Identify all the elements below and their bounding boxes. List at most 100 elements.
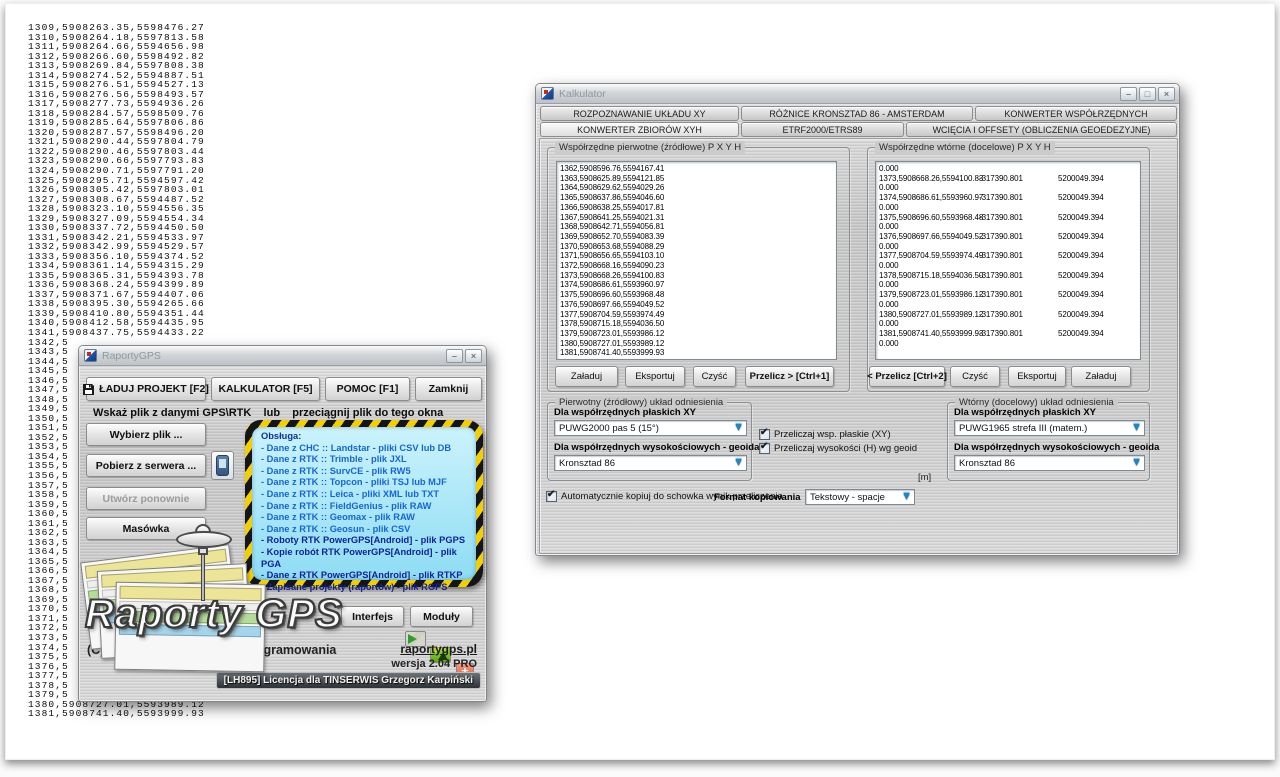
- list-line: 1374,5908686.61,5593960.97: [560, 280, 836, 290]
- tab-label: WCIĘCIA I OFFSETY (OBLICZENIA GEOEDEZYJN…: [933, 125, 1151, 135]
- tab-label: KONWERTER ZBIORÓW XYH: [577, 125, 702, 135]
- list-line: 1371,5908656.65,5594103.10: [560, 251, 836, 261]
- list-line: 1373,5908668.26,5594100.83: [560, 271, 836, 281]
- checkbox-checked-icon: [759, 429, 770, 440]
- source-eksportuj-button[interactable]: Eksportuj: [625, 366, 685, 387]
- wybierz-plik-button[interactable]: Wybierz plik ...: [86, 423, 206, 446]
- minimize-icon[interactable]: –: [446, 349, 463, 363]
- support-item: - Dane z RTK :: Geomax - plik RAW: [261, 512, 467, 524]
- combo-value: Kronsztad 86: [559, 458, 615, 469]
- close-icon[interactable]: ×: [465, 349, 482, 363]
- source-czysc-button[interactable]: Czyść: [693, 366, 736, 387]
- tab-etrf2000-etrs89[interactable]: ETRF2000/ETRS89: [741, 122, 904, 137]
- convert-h-checkbox[interactable]: Przeliczaj wysokości (H) wg geoid: [759, 443, 917, 454]
- zamknij-button[interactable]: Zamknij: [415, 377, 482, 401]
- raportygps-window: RaportyGPS – × ŁADUJ PROJEKT [F2] KALKUL…: [78, 345, 487, 702]
- dropdown-arrow-icon: ▼: [901, 490, 912, 502]
- tab-label: KONWERTER WSPÓŁRZĘDNYCH: [1004, 109, 1147, 119]
- tab-konwerter-wspolrzednych[interactable]: KONWERTER WSPÓŁRZĘDNYCH: [975, 106, 1177, 121]
- list-line: 1364,5908629.62,5594029.26: [560, 183, 836, 193]
- tab-roznice-kronsztad[interactable]: RÓŻNICE KRONSZTAD 86 - AMSTERDAM: [741, 106, 973, 121]
- list-line: 0.000: [879, 164, 1140, 174]
- dropdown-arrow-icon: ▼: [1131, 456, 1142, 468]
- button-label: ŁADUJ PROJEKT [F2]: [99, 383, 209, 395]
- kalkulator-titlebar[interactable]: Kalkulator – □ ×: [536, 84, 1179, 104]
- support-item: - Dane z RTK PowerGPS[Android] - plik RT…: [261, 570, 467, 582]
- source-zaladuj-button[interactable]: Załaduj: [555, 366, 618, 387]
- list-line: 1367,5908641.25,5594021.31: [560, 213, 836, 223]
- format-kopiowania-label: Format kopiowania: [714, 492, 801, 503]
- button-label: Wybierz plik ...: [110, 429, 183, 441]
- checkbox-checked-icon: [546, 491, 557, 502]
- button-label: Czyść: [702, 371, 728, 382]
- list-line: 0.000: [879, 222, 1140, 232]
- moduly-button[interactable]: Moduły: [410, 606, 473, 627]
- target-czysc-button[interactable]: Czyść: [950, 366, 1000, 387]
- list-line: 0.000: [879, 242, 1140, 252]
- copy-format-combo[interactable]: Tekstowy - spacje ▼: [805, 489, 915, 505]
- target-coordinates-group: Współrzędne wtórne (docelowe) P X Y H 0.…: [867, 147, 1150, 392]
- list-line: 1362,5908596.76,5594167.41: [560, 164, 836, 174]
- list-line: 0.000: [879, 203, 1140, 213]
- support-list-navy: - Roboty RTK PowerGPS[Android] - plik PG…: [261, 535, 467, 593]
- load-project-button[interactable]: ŁADUJ PROJEKT [F2]: [86, 377, 206, 401]
- target-geoid-label: Dla współrzędnych wysokościowych - geoid…: [954, 442, 1159, 453]
- button-label: Eksportuj: [1017, 371, 1057, 382]
- list-line: 1378,5908715.18,5594036.50-317390.801520…: [879, 271, 1140, 281]
- target-group-label: Współrzędne wtórne (docelowe) P X Y H: [875, 141, 1055, 154]
- target-zaladuj-button[interactable]: Załaduj: [1071, 366, 1131, 387]
- checkbox-checked-icon: [759, 443, 770, 454]
- support-item: - Roboty RTK PowerGPS[Android] - plik PG…: [261, 535, 467, 547]
- button-label: Zamknij: [429, 383, 469, 395]
- supported-formats-panel: Obsługa: - Dane z CHC :: Landstar - plik…: [245, 420, 483, 587]
- pobierz-z-serwera-button[interactable]: Pobierz z serwera ...: [86, 454, 206, 477]
- raportygps-titlebar[interactable]: RaportyGPS – ×: [79, 346, 486, 366]
- przelicz-ctrl2-button[interactable]: < Przelicz [Ctrl+2]: [869, 366, 945, 387]
- list-line: 1368,5908642.71,5594056.81: [560, 222, 836, 232]
- button-label: KALKULATOR [F5]: [218, 383, 312, 395]
- convert-xy-checkbox[interactable]: Przeliczaj wsp. płaskie (XY): [759, 429, 891, 440]
- window-title: Kalkulator: [559, 88, 606, 100]
- target-coordinates-listbox[interactable]: 0.0001373,5908668.26,5594100.83-317390.8…: [875, 161, 1141, 360]
- tab-wciecia-offsety[interactable]: WCIĘCIA I OFFSETY (OBLICZENIA GEOEDEZYJN…: [906, 122, 1177, 137]
- combo-value: PUWG2000 pas 5 (15°): [559, 423, 659, 434]
- source-coordinates-listbox[interactable]: 1362,5908596.76,5594167.411363,5908625.8…: [556, 161, 837, 360]
- button-label: Przelicz > [Ctrl+1]: [750, 371, 830, 382]
- interfejs-button[interactable]: Interfejs: [341, 606, 404, 627]
- target-geoid-combo[interactable]: Kronsztad 86 ▼: [954, 455, 1145, 471]
- website-link[interactable]: raportygps.pl: [400, 642, 477, 656]
- support-item: - Dane z RTK :: SurvCE - plik RW5: [261, 466, 467, 478]
- support-item: - Dane z RTK :: Geosun - plik CSV: [261, 524, 467, 536]
- list-line: 1381,5908741.40,5593999.93-317390.801520…: [879, 329, 1140, 339]
- przelicz-ctrl1-button[interactable]: Przelicz > [Ctrl+1]: [745, 366, 834, 387]
- minimize-icon[interactable]: –: [1120, 87, 1137, 101]
- tab-label: RÓŻNICE KRONSZTAD 86 - AMSTERDAM: [769, 109, 944, 119]
- tab-rozpoznawanie-ukladu-xy[interactable]: ROZPOZNAWANIE UKŁADU XY: [540, 106, 739, 121]
- target-xy-combo[interactable]: PUWG1965 strefa III (matem.) ▼: [954, 420, 1145, 436]
- utworz-ponownie-button: Utwórz ponownie: [86, 487, 206, 510]
- text-line: 1381,5908741.40,5593999.93: [28, 709, 205, 719]
- source-geoid-label: Dla współrzędnych wysokościowych - geoid…: [554, 442, 759, 453]
- support-item: - Dane z RTK :: FieldGenius - plik RAW: [261, 501, 467, 513]
- tab-konwerter-zbiorow-xyh[interactable]: KONWERTER ZBIORÓW XYH: [540, 122, 739, 137]
- source-xy-combo[interactable]: PUWG2000 pas 5 (15°) ▼: [554, 420, 747, 436]
- list-line: 1379,5908723.01,5593986.12-317390.801520…: [879, 290, 1140, 300]
- drag-hint-text: Wskaż plik z danymi GPS\RTK lub przeciąg…: [93, 407, 443, 419]
- target-eksportuj-button[interactable]: Eksportuj: [1008, 366, 1066, 387]
- list-line: 1380,5908727.01,5593989.12: [560, 339, 836, 349]
- support-list-blue: - Dane z CHC :: Landstar - pliki CSV lub…: [261, 443, 467, 536]
- support-item: - Kopie robót RTK PowerGPS[Android] - pl…: [261, 547, 467, 570]
- list-line: 1375,5908696.60,5593968.48: [560, 290, 836, 300]
- maximize-icon[interactable]: □: [1139, 87, 1156, 101]
- list-line: 1380,5908727.01,5593989.12-317390.801520…: [879, 310, 1140, 320]
- source-geoid-combo[interactable]: Kronsztad 86 ▼: [554, 455, 747, 471]
- close-icon[interactable]: ×: [1158, 87, 1175, 101]
- button-label: Eksportuj: [635, 371, 675, 382]
- mobile-download-button[interactable]: [211, 451, 234, 480]
- list-line: 1376,5908697.66,5594049.52: [560, 300, 836, 310]
- button-label: POMOC [F1]: [337, 383, 399, 395]
- button-label: Masówka: [123, 523, 170, 535]
- checkbox-label: Przeliczaj wysokości (H) wg geoid: [774, 443, 917, 454]
- kalkulator-button[interactable]: KALKULATOR [F5]: [211, 377, 320, 401]
- pomoc-button[interactable]: POMOC [F1]: [325, 377, 410, 401]
